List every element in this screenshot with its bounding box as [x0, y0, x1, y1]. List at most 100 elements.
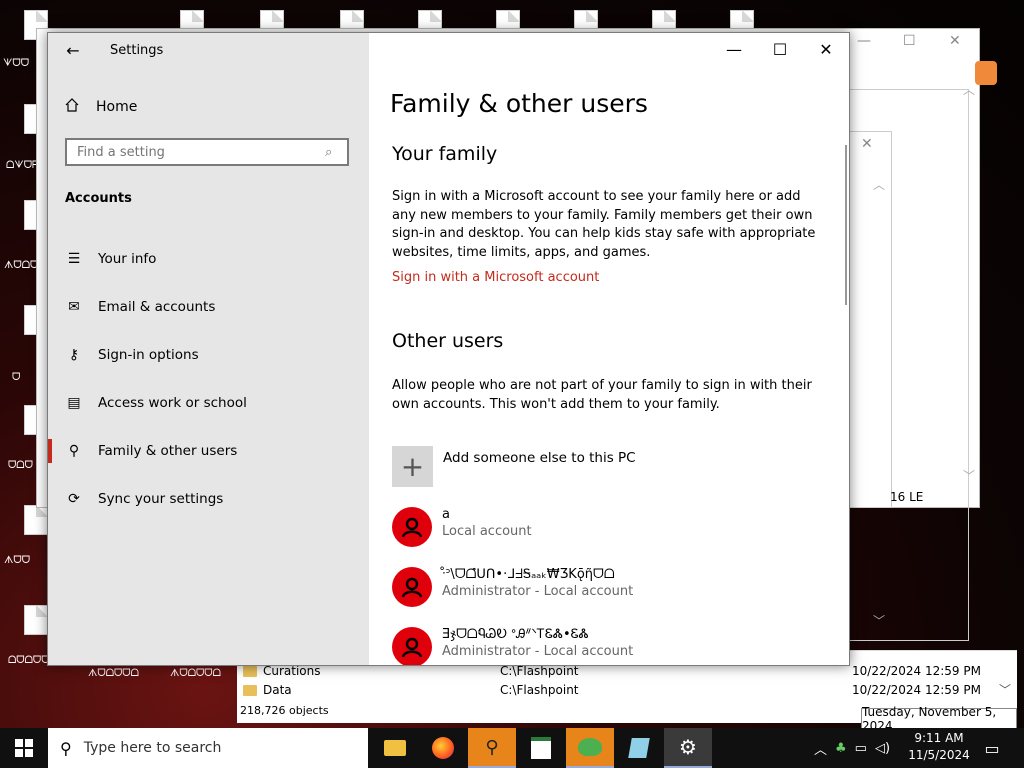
list-item[interactable]: ᐧ̊ᐣ\ᗜᗝ̊ᑌᑎ•·ᒧᖵᎦₐₐₖ₩ƷKǭῆᗜᗝ Administrator -…: [392, 567, 633, 607]
notebook-app[interactable]: [615, 728, 663, 768]
table-row[interactable]: Data C:\Flashpoint 10/22/2024 12:59 PM: [243, 681, 1013, 699]
file-date: 10/22/2024 12:59 PM: [852, 664, 981, 678]
magnifier-icon: ⚲: [485, 736, 499, 758]
file-explorer-app[interactable]: [371, 728, 419, 768]
sign-in-microsoft-link[interactable]: Sign in with a Microsoft account: [392, 270, 599, 285]
window-title: Settings: [110, 43, 164, 58]
firefox-icon: [432, 737, 454, 759]
sidebar-item-email[interactable]: ✉ Email & accounts: [48, 287, 369, 327]
system-tray: ︿ ♣ ▭ ◁): [814, 728, 896, 768]
folder-icon: [243, 684, 257, 696]
minimize-button[interactable]: —: [711, 33, 757, 65]
scroll-down-icon[interactable]: ﹀: [963, 467, 975, 484]
sidebar-item-label: Email & accounts: [98, 299, 216, 315]
document-app[interactable]: [517, 728, 565, 768]
search-input[interactable]: [75, 143, 319, 161]
user-account-type: Administrator - Local account: [442, 644, 634, 659]
person-add-icon: ⚲: [68, 443, 80, 459]
search-placeholder: Type here to search: [83, 740, 222, 756]
network-icon[interactable]: ▭: [855, 741, 867, 756]
sidebar-item-label: Access work or school: [98, 395, 247, 411]
sidebar-item-label: Your info: [98, 251, 157, 267]
scrollbar[interactable]: [845, 145, 847, 305]
file-date: 10/22/2024 12:59 PM: [852, 683, 981, 697]
file-path: C:\Flashpoint: [500, 683, 579, 697]
scroll-down-icon[interactable]: ﹀: [873, 612, 885, 629]
briefcase-icon: ▤: [67, 395, 81, 411]
scroll-up-icon[interactable]: ︿: [873, 176, 885, 193]
desktop-label: ᗑᗜᗝᗜ: [4, 260, 39, 271]
user-icon: [401, 637, 423, 658]
user-name: a: [442, 507, 450, 522]
user-icon: [401, 577, 423, 598]
scroll-down-icon[interactable]: ﹀: [999, 681, 1011, 698]
scroll-up-icon[interactable]: ︿: [963, 81, 975, 98]
sidebar-item-family[interactable]: ⚲ Family & other users: [48, 431, 369, 471]
user-icon: [401, 517, 423, 538]
close-icon[interactable]: ✕: [949, 33, 961, 49]
orange-badge-icon: [975, 61, 997, 85]
desktop-label: ᗐᗜᗜ: [3, 58, 30, 69]
sidebar-item-label: Family & other users: [98, 443, 238, 459]
avatar: [392, 627, 432, 665]
date-tooltip: Tuesday, November 5, 2024: [861, 705, 1017, 733]
home-link[interactable]: Home: [64, 97, 137, 117]
start-button[interactable]: [0, 728, 48, 768]
settings-app[interactable]: ⚙: [664, 728, 712, 768]
sidebar-item-sign-in[interactable]: ⚷ Sign-in options: [48, 335, 369, 375]
chevron-up-icon[interactable]: ︿: [814, 739, 827, 758]
find-setting-box[interactable]: ⌕: [65, 138, 349, 166]
status-bar: 218,726 objects: [240, 704, 329, 717]
file-path: C:\Flashpoint: [500, 664, 579, 678]
home-icon: [64, 97, 84, 117]
close-icon[interactable]: ✕: [861, 136, 873, 152]
other-users-heading: Other users: [392, 330, 504, 352]
close-icon: ✕: [819, 39, 833, 59]
app-tray-icon[interactable]: ♣: [835, 741, 847, 756]
sidebar-item-your-info[interactable]: ☰ Your info: [48, 239, 369, 279]
maximize-icon[interactable]: ☐: [903, 33, 916, 49]
desktop-label: ᗜᗝᗜ: [8, 460, 33, 471]
minimize-icon[interactable]: —: [857, 33, 871, 49]
settings-window: ← Settings Home ⌕ Accounts ☰ Your info ✉…: [47, 32, 850, 666]
back-button[interactable]: ←: [62, 39, 84, 61]
background-dialog: ✕ ︿ ﹀: [848, 131, 892, 628]
add-user-button[interactable]: + Add someone else to this PC: [392, 446, 636, 487]
mail-icon: ✉: [68, 299, 80, 315]
family-heading: Your family: [392, 143, 498, 165]
notebook-icon: [628, 738, 650, 758]
other-users-description: Allow people who are not part of your fa…: [392, 378, 812, 412]
notification-button[interactable]: ▭: [980, 728, 1004, 768]
frog-app[interactable]: [566, 728, 614, 768]
desktop-icon[interactable]: [24, 605, 48, 635]
volume-icon[interactable]: ◁): [875, 741, 890, 756]
sidebar-item-sync[interactable]: ⟳ Sync your settings: [48, 479, 369, 519]
search-app[interactable]: ⚲: [468, 728, 516, 768]
desktop-icon[interactable]: [24, 505, 48, 535]
desktop-label: ᗑᗜᗜ: [4, 555, 31, 566]
search-icon[interactable]: ⌕: [325, 145, 332, 160]
frog-icon: [578, 738, 602, 756]
page-title: Family & other users: [390, 89, 648, 118]
taskbar-clock[interactable]: 9:11 AM 11/5/2024: [904, 730, 974, 764]
taskbar-search[interactable]: ⚲ Type here to search: [48, 728, 368, 768]
list-item[interactable]: a Local account: [392, 507, 532, 547]
sidebar-item-label: Sync your settings: [98, 491, 224, 507]
close-button[interactable]: ✕: [803, 33, 849, 65]
sidebar-item-work[interactable]: ▤ Access work or school: [48, 383, 369, 423]
file-name: Curations: [263, 664, 321, 678]
desktop-label: ᗝᗐᗜᖴ: [6, 160, 38, 171]
add-user-label: Add someone else to this PC: [443, 450, 636, 466]
settings-nav-pane: ← Settings Home ⌕ Accounts ☰ Your info ✉…: [48, 33, 369, 665]
key-icon: ⚷: [68, 347, 80, 363]
user-name: ƎჯᗜᗝᏄᏊᎧ ᐤᎯᐥᐠᎢᏋᏜ•ᏋᏜ: [442, 627, 589, 642]
desktop-label: ᗜ: [12, 372, 21, 383]
firefox-app[interactable]: [419, 728, 467, 768]
avatar: [392, 567, 432, 607]
gear-icon: ⚙: [679, 735, 697, 759]
desktop-label: ᗑᗜᗝᗜᗜᗝ: [88, 668, 139, 679]
clock-time: 9:11 AM: [914, 731, 964, 745]
list-item[interactable]: ƎჯᗜᗝᏄᏊᎧ ᐤᎯᐥᐠᎢᏋᏜ•ᏋᏜ Administrator - Local…: [392, 627, 634, 665]
maximize-button[interactable]: ☐: [757, 33, 803, 65]
sync-icon: ⟳: [68, 491, 80, 507]
